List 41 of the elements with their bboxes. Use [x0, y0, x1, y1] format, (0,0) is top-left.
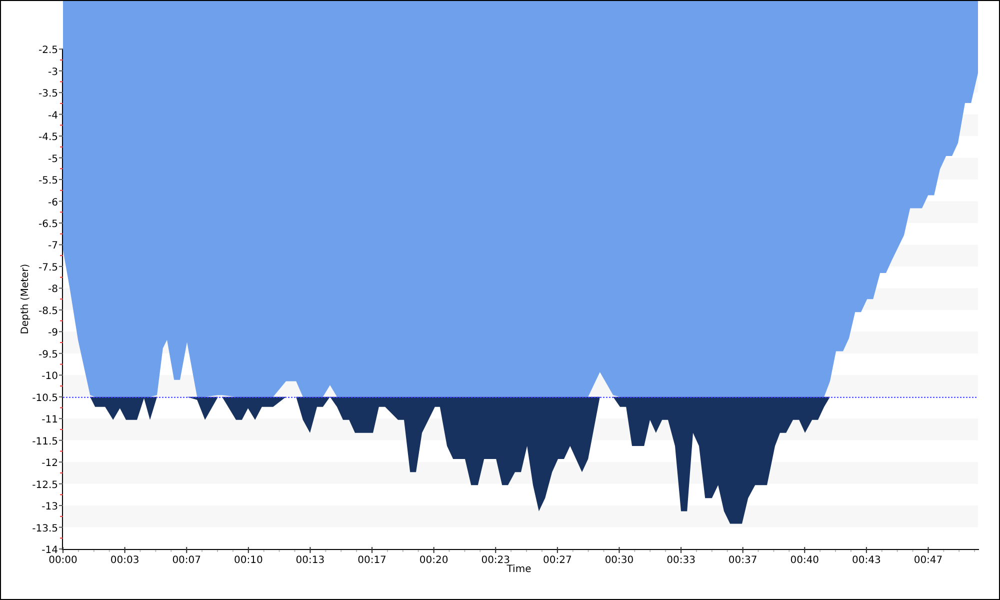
x-tick-label: 00:43	[852, 555, 881, 566]
y-tick-label: -5.5	[38, 176, 58, 187]
y-tick-label: -4	[48, 110, 58, 122]
y-tick-label: -13.5	[32, 523, 58, 534]
y-tick-label: -3.5	[38, 88, 58, 100]
x-tick-label: 00:10	[234, 555, 263, 566]
y-tick-label: -12.5	[32, 480, 58, 491]
y-tick-label: -12	[42, 458, 58, 470]
x-tick-label: 00:27	[543, 555, 572, 566]
y-tick-label: -7	[48, 240, 58, 252]
x-tick-label: 00:17	[358, 555, 386, 566]
y-axis-title: Depth (Meter)	[20, 264, 31, 334]
y-tick-label: -14	[42, 545, 58, 556]
x-tick-label: 00:23	[481, 555, 510, 566]
y-tick-label: -2.5	[38, 45, 58, 56]
x-axis-title: Time	[506, 564, 532, 575]
y-tick-label: -11	[42, 414, 58, 426]
y-tick-label: -9.5	[38, 349, 58, 360]
y-tick-label: -4.5	[38, 132, 58, 144]
x-tick-label: 00:33	[666, 555, 696, 566]
y-tick-label: -13	[42, 502, 58, 513]
y-tick-label: -9	[48, 328, 58, 339]
y-tick-label: -7.5	[38, 262, 58, 274]
x-tick-label: 00:20	[419, 555, 448, 566]
y-tick-label: -6.5	[38, 219, 58, 230]
x-tick-label: 00:40	[790, 555, 820, 566]
y-tick-label: -6	[48, 197, 58, 208]
y-tick-label: -10	[42, 371, 58, 382]
x-tick-label: 00:30	[604, 555, 634, 566]
y-tick-label: -11.5	[32, 436, 58, 448]
x-tick-label: 00:13	[296, 555, 325, 566]
x-tick-label: 00:07	[172, 555, 202, 566]
y-tick-label: -3	[48, 66, 58, 78]
y-tick-label: -10.5	[32, 392, 58, 404]
x-tick-label: 00:37	[728, 555, 758, 566]
y-tick-label: -8	[48, 284, 58, 296]
y-tick-label: -5	[48, 154, 58, 165]
y-tick-label: -8.5	[38, 306, 58, 317]
x-tick-label: 00:03	[110, 555, 140, 566]
x-tick-label: 00:00	[48, 555, 78, 566]
x-tick-label: 00:47	[914, 555, 943, 566]
